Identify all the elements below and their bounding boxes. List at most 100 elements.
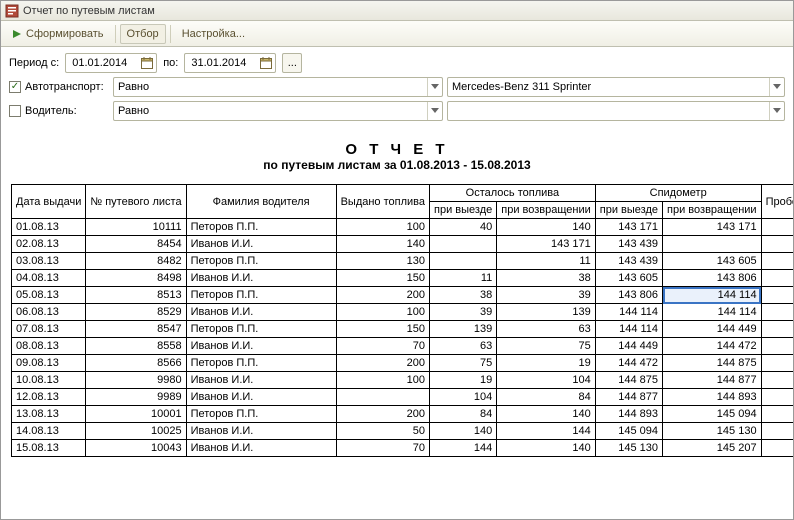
cell[interactable]: 144 xyxy=(497,423,596,440)
cell[interactable]: 77 xyxy=(761,440,793,457)
cell[interactable]: 143 439 xyxy=(595,253,662,270)
cell[interactable]: 10111 xyxy=(86,219,186,236)
cell[interactable]: 8529 xyxy=(86,304,186,321)
cell[interactable]: 84 xyxy=(497,389,596,406)
generate-button[interactable]: Сформировать xyxy=(5,24,111,44)
cell[interactable]: 100 xyxy=(336,304,429,321)
date-from-field[interactable] xyxy=(65,53,157,73)
cell[interactable]: 144 114 xyxy=(663,287,762,304)
cell[interactable]: 143 605 xyxy=(663,253,762,270)
cell[interactable]: 104 xyxy=(497,372,596,389)
cell[interactable]: Петоров П.П. xyxy=(186,287,336,304)
cell[interactable]: 143 605 xyxy=(595,270,662,287)
cell[interactable]: 140 xyxy=(430,423,497,440)
cell[interactable] xyxy=(761,304,793,321)
cell[interactable]: Петоров П.П. xyxy=(186,406,336,423)
cell[interactable]: 144 877 xyxy=(595,389,662,406)
cell[interactable]: 50 xyxy=(336,423,429,440)
cell[interactable]: 70 xyxy=(336,440,429,457)
settings-button[interactable]: Настройка... xyxy=(175,24,252,44)
cell[interactable]: Иванов И.И. xyxy=(186,372,336,389)
vehicle-value-combo[interactable] xyxy=(447,77,785,97)
cell[interactable]: 8513 xyxy=(86,287,186,304)
cell[interactable]: 39 xyxy=(497,287,596,304)
cell[interactable]: 06.08.13 xyxy=(12,304,86,321)
cell[interactable]: 200 xyxy=(336,287,429,304)
cell[interactable]: 143 439 xyxy=(595,236,662,253)
cell[interactable] xyxy=(761,219,793,236)
cell[interactable]: Иванов И.И. xyxy=(186,389,336,406)
cell[interactable]: Иванов И.И. xyxy=(186,270,336,287)
cell[interactable]: 75 xyxy=(430,355,497,372)
cell[interactable]: 144 114 xyxy=(663,304,762,321)
cell[interactable]: 03.08.13 xyxy=(12,253,86,270)
cell[interactable]: 143 806 xyxy=(595,287,662,304)
cell[interactable]: 200 xyxy=(336,355,429,372)
date-to-field[interactable] xyxy=(184,53,276,73)
cell[interactable]: 268 xyxy=(761,236,793,253)
cell[interactable]: 144 472 xyxy=(595,355,662,372)
cell[interactable]: Петоров П.П. xyxy=(186,219,336,236)
cell[interactable]: 02.08.13 xyxy=(12,236,86,253)
cell[interactable] xyxy=(336,389,429,406)
cell[interactable]: 145 130 xyxy=(663,423,762,440)
cell[interactable]: 9989 xyxy=(86,389,186,406)
cell[interactable]: 144 875 xyxy=(595,372,662,389)
cell[interactable]: 05.08.13 xyxy=(12,287,86,304)
cell[interactable]: 15.08.13 xyxy=(12,440,86,457)
cell[interactable]: 139 xyxy=(430,321,497,338)
cell[interactable]: 38 xyxy=(430,287,497,304)
cell[interactable]: 403 xyxy=(761,355,793,372)
cell[interactable]: 10043 xyxy=(86,440,186,457)
cell[interactable]: 143 171 xyxy=(497,236,596,253)
cell[interactable]: 144 875 xyxy=(663,355,762,372)
cell[interactable]: 14.08.13 xyxy=(12,423,86,440)
cell[interactable]: 8482 xyxy=(86,253,186,270)
cell[interactable]: 13.08.13 xyxy=(12,406,86,423)
cell[interactable]: 166 xyxy=(761,253,793,270)
cell[interactable]: 12.08.13 xyxy=(12,389,86,406)
cell[interactable]: 8454 xyxy=(86,236,186,253)
cell[interactable]: 11 xyxy=(497,253,596,270)
cell[interactable]: Иванов И.И. xyxy=(186,236,336,253)
cell[interactable]: 140 xyxy=(497,440,596,457)
vehicle-checkbox[interactable] xyxy=(9,81,21,93)
cell[interactable]: 8547 xyxy=(86,321,186,338)
cell[interactable]: 145 094 xyxy=(595,423,662,440)
cell[interactable]: 07.08.13 xyxy=(12,321,86,338)
cell[interactable]: 40 xyxy=(430,219,497,236)
cell[interactable]: 10001 xyxy=(86,406,186,423)
cell[interactable]: 140 xyxy=(497,219,596,236)
cell[interactable]: 10.08.13 xyxy=(12,372,86,389)
driver-op-input[interactable] xyxy=(114,105,427,117)
cell[interactable]: 144 472 xyxy=(663,338,762,355)
chevron-down-icon[interactable] xyxy=(769,102,784,120)
cell[interactable]: Петоров П.П. xyxy=(186,321,336,338)
cell[interactable]: 01.08.13 xyxy=(12,219,86,236)
cell[interactable]: 8558 xyxy=(86,338,186,355)
cell[interactable]: 63 xyxy=(430,338,497,355)
cell[interactable]: 19 xyxy=(430,372,497,389)
cell[interactable]: 201 xyxy=(761,406,793,423)
date-to-input[interactable] xyxy=(189,56,259,70)
cell[interactable]: 19 xyxy=(497,355,596,372)
cell[interactable]: 308 xyxy=(761,287,793,304)
driver-op-combo[interactable] xyxy=(113,101,443,121)
cell[interactable]: Иванов И.И. xyxy=(186,440,336,457)
cell[interactable]: 70 xyxy=(336,338,429,355)
cell[interactable]: 8566 xyxy=(86,355,186,372)
cell[interactable]: 39 xyxy=(430,304,497,321)
cell[interactable]: 144 893 xyxy=(663,389,762,406)
cell[interactable]: 100 xyxy=(336,219,429,236)
cell[interactable] xyxy=(663,236,762,253)
cell[interactable]: 140 xyxy=(497,406,596,423)
cell[interactable]: 143 171 xyxy=(663,219,762,236)
cell[interactable]: 23 xyxy=(761,338,793,355)
driver-value-combo[interactable] xyxy=(447,101,785,121)
cell[interactable] xyxy=(430,253,497,270)
cell[interactable]: 100 xyxy=(336,372,429,389)
chevron-down-icon[interactable] xyxy=(427,78,442,96)
cell[interactable]: 150 xyxy=(336,270,429,287)
report-area[interactable]: О Т Ч Е Т по путевым листам за 01.08.201… xyxy=(1,131,793,517)
filter-button[interactable]: Отбор xyxy=(120,24,166,44)
